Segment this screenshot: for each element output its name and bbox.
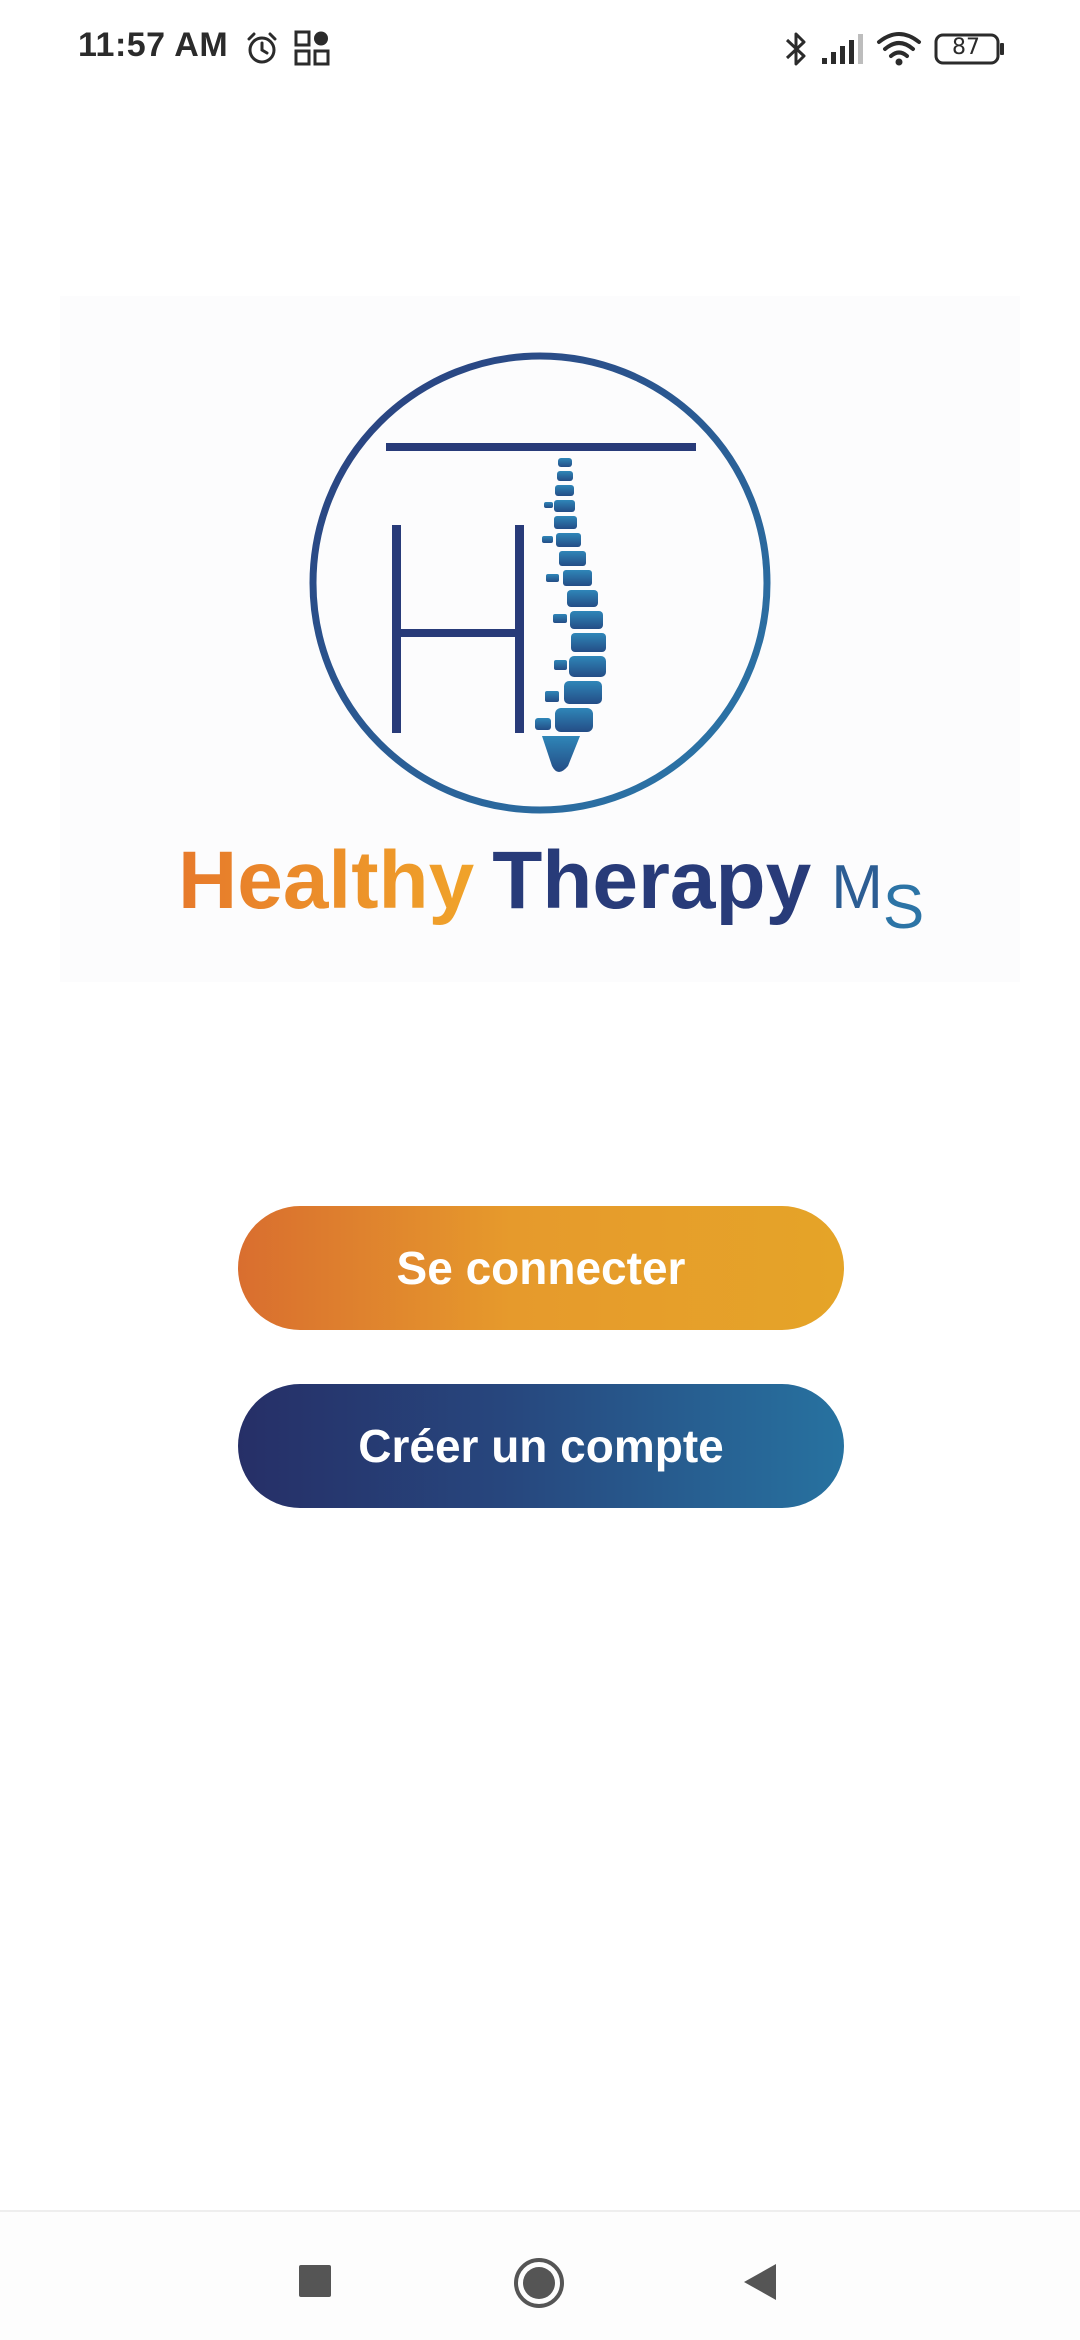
bluetooth-icon — [782, 30, 810, 73]
recent-apps-icon[interactable] — [298, 2264, 332, 2303]
logo-wordmark: Healthy Therapy MS — [178, 834, 924, 942]
create-account-button[interactable]: Créer un compte — [238, 1384, 844, 1508]
app-logo: Healthy Therapy MS — [60, 296, 1020, 982]
login-button[interactable]: Se connecter — [238, 1206, 844, 1330]
cell-signal-icon — [820, 32, 864, 71]
status-time: 11:57 AM — [78, 26, 229, 64]
status-bar: 11:57 AM 87 — [0, 0, 1080, 100]
logo-suffix-s: S — [882, 873, 925, 942]
app-grid-icon — [294, 30, 330, 71]
logo-word-healthy: Healthy — [178, 835, 475, 926]
battery-level: 87 — [952, 35, 980, 60]
welcome-screen: 11:57 AM 87 Healthy Therapy MS Se connec… — [0, 0, 1080, 2340]
alarm-icon — [244, 30, 280, 71]
system-nav-bar — [0, 2210, 1080, 2340]
logo-suffix-m: M — [831, 853, 883, 922]
home-icon[interactable] — [512, 2256, 566, 2315]
logo-word-therapy: Therapy — [492, 835, 812, 926]
back-icon[interactable] — [740, 2262, 780, 2307]
wifi-icon — [876, 30, 922, 71]
